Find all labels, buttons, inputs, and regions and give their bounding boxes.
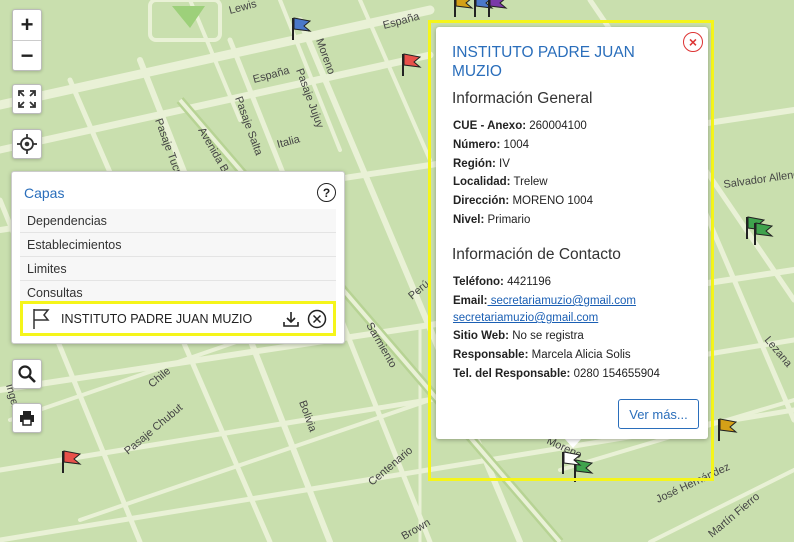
cue-label: CUE - Anexo: [453, 120, 527, 132]
region-row: Región: IV [453, 155, 510, 173]
download-button[interactable] [281, 309, 301, 329]
layers-title[interactable]: Capas [24, 185, 64, 201]
numero-label: Número: [453, 139, 501, 151]
flag-marker-icon[interactable] [716, 418, 738, 442]
telefono-value: 4421196 [503, 276, 552, 288]
direccion-value: MORENO 1004 [509, 195, 593, 207]
flag-marker-icon[interactable] [752, 222, 774, 246]
layers-panel: Capas ? Dependencias Establecimientos Li… [11, 171, 345, 344]
region-value: IV [495, 158, 510, 170]
active-layer-row[interactable]: INSTITUTO PADRE JUAN MUZIO [20, 301, 336, 336]
layer-item-dependencias[interactable]: Dependencias [20, 209, 336, 233]
search-icon [18, 365, 36, 383]
locate-button[interactable] [12, 129, 42, 159]
download-icon [283, 311, 299, 327]
email-link[interactable]: secretariamuzio@gmail.com [453, 312, 598, 324]
telefono-row: Teléfono: 4421196 [453, 273, 551, 291]
numero-value: 1004 [500, 139, 530, 151]
localidad-row: Localidad: Trelew [453, 173, 548, 191]
crosshair-icon [17, 134, 37, 154]
region-label: Región: [453, 158, 496, 170]
info-popup: × INSTITUTO PADRE JUAN MUZIO Información… [436, 27, 708, 439]
web-value: No se registra [509, 330, 584, 342]
email-label: Email: [453, 295, 488, 307]
cue-value: 260004100 [526, 120, 587, 132]
fullscreen-button[interactable] [12, 84, 42, 114]
printer-icon [20, 411, 34, 426]
telefono-label: Teléfono: [453, 276, 504, 288]
zoom-out-button[interactable]: − [13, 40, 41, 70]
flag-marker-icon[interactable] [400, 53, 422, 77]
popup-tail [564, 438, 582, 448]
close-circle-icon [307, 309, 327, 328]
nivel-row: Nivel: Primario [453, 211, 530, 229]
layers-list: Dependencias Establecimientos Limites Co… [20, 209, 336, 305]
tel-responsable-value: 0280 154655904 [570, 368, 660, 380]
help-icon[interactable]: ? [317, 183, 336, 202]
localidad-label: Localidad: [453, 176, 511, 188]
remove-layer-button[interactable] [307, 309, 327, 329]
zoom-in-button[interactable]: + [13, 10, 41, 40]
search-button[interactable] [12, 359, 42, 389]
localidad-value: Trelew [510, 176, 548, 188]
layer-item-limites[interactable]: Limites [20, 257, 336, 281]
flag-marker-icon[interactable] [486, 0, 508, 18]
nivel-value: Primario [484, 214, 531, 226]
print-button[interactable] [12, 403, 42, 433]
email-row-2: secretariamuzio@gmail.com [453, 309, 598, 327]
zoom-control: + − [12, 9, 42, 71]
popup-title: INSTITUTO PADRE JUAN MUZIO [452, 44, 635, 80]
cue-row: CUE - Anexo: 260004100 [453, 117, 587, 135]
responsable-row: Responsable: Marcela Alicia Solis [453, 346, 631, 364]
flag-marker-icon[interactable] [452, 0, 474, 18]
tel-responsable-label: Tel. del Responsable: [453, 368, 571, 380]
email-row: Email: secretariamuzio@gmail.com [453, 292, 636, 310]
email-link[interactable]: secretariamuzio@gmail.com [488, 295, 636, 307]
nivel-label: Nivel: [453, 214, 485, 226]
web-label: Sitio Web: [453, 330, 510, 342]
expand-icon [18, 90, 36, 108]
flag-marker-icon[interactable] [290, 17, 312, 41]
flag-icon [33, 308, 50, 329]
flag-marker-icon[interactable] [60, 450, 82, 474]
contact-info-title: Información de Contacto [452, 246, 621, 263]
popup-close-button[interactable]: × [683, 32, 703, 52]
more-button[interactable]: Ver más... [618, 399, 699, 429]
direccion-label: Dirección: [453, 195, 510, 207]
numero-row: Número: 1004 [453, 136, 529, 154]
tel-responsable-row: Tel. del Responsable: 0280 154655904 [453, 365, 660, 383]
layer-item-establecimientos[interactable]: Establecimientos [20, 233, 336, 257]
direccion-row: Dirección: MORENO 1004 [453, 192, 593, 210]
active-layer-name: INSTITUTO PADRE JUAN MUZIO [61, 311, 253, 326]
responsable-label: Responsable: [453, 349, 529, 361]
web-row: Sitio Web: No se registra [453, 327, 584, 345]
general-info-title: Información General [452, 90, 593, 107]
responsable-value: Marcela Alicia Solis [528, 349, 631, 361]
